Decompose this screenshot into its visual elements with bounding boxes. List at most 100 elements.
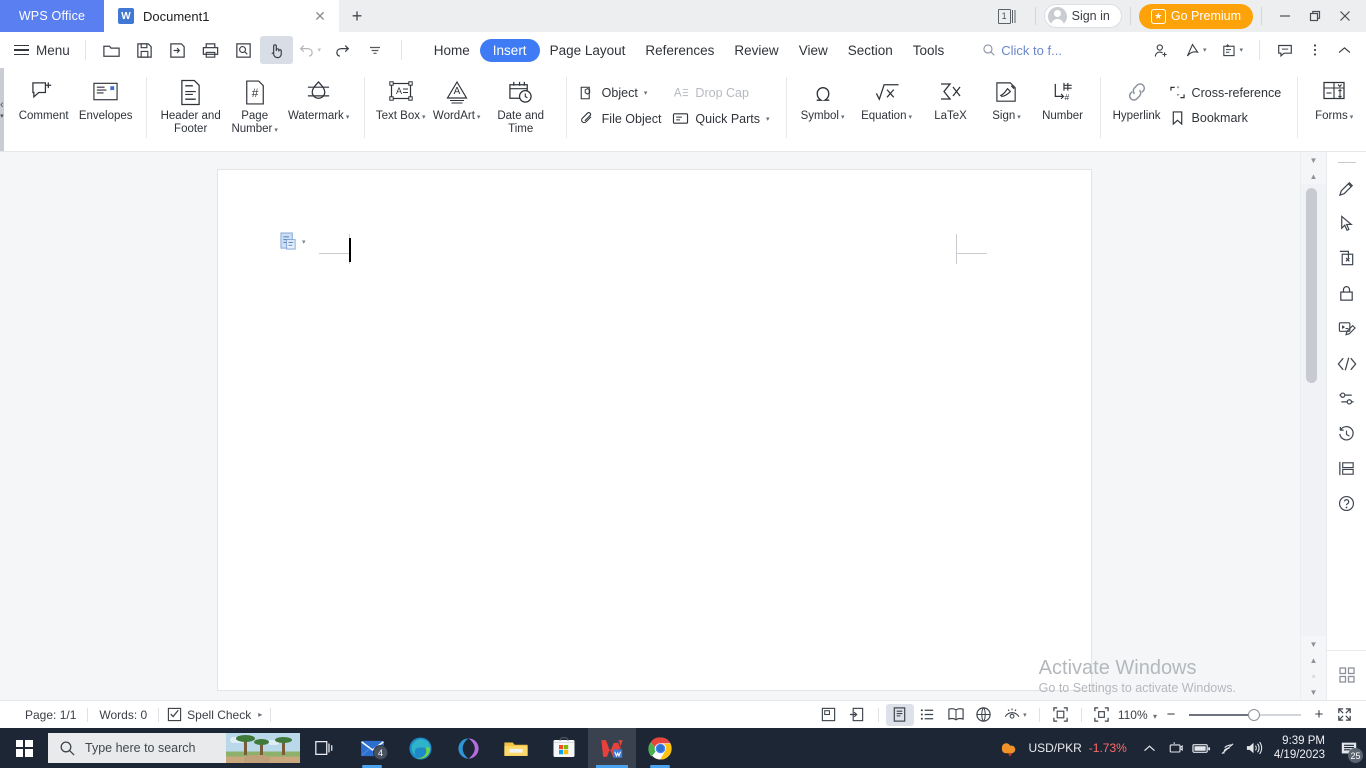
tab-tools[interactable]: Tools [903,39,955,62]
code-snippet-icon[interactable] [1331,346,1363,381]
paste-options-button[interactable]: ▾ [280,232,306,251]
taskbar-app-chrome[interactable] [636,728,684,768]
chevron-down-icon[interactable]: ▾ [908,114,912,121]
taskbar-app-mail[interactable]: 4 [348,728,396,768]
text-box-button[interactable]: A Text Box ▾ [373,73,429,128]
chevron-down-icon[interactable]: ▾ [1023,711,1027,719]
volume-icon[interactable] [1241,728,1267,768]
taskbar-app-edge[interactable] [396,728,444,768]
scrollbar-track[interactable] [1301,184,1326,636]
previous-page-button[interactable]: ▲ [1301,652,1327,668]
history-icon[interactable] [1331,416,1363,451]
comment-icon[interactable] [1269,36,1301,64]
print-preview-icon[interactable] [227,36,260,64]
outline-panel-icon[interactable] [1331,451,1363,486]
drop-cap-button[interactable]: A Drop Cap [668,81,776,105]
menu-button[interactable]: Menu [12,40,76,61]
taskbar-app-office[interactable] [444,728,492,768]
fit-page-icon[interactable] [1088,704,1116,726]
task-view-icon[interactable] [300,728,348,768]
redo-icon[interactable] [326,36,359,64]
envelopes-button[interactable]: Envelopes [75,73,137,126]
selection-cursor-icon[interactable] [1331,206,1363,241]
save-as-icon[interactable] [161,36,194,64]
chevron-down-icon[interactable]: ▾ [346,114,350,121]
latex-button[interactable]: LaTeX [923,73,979,126]
cross-reference-button[interactable]: " " Cross-reference [1165,81,1289,104]
customize-qat-icon[interactable] [359,36,392,64]
tab-references[interactable]: References [635,39,724,62]
app-grid-icon[interactable] [1331,657,1363,692]
go-premium-button[interactable]: ★ Go Premium [1138,3,1253,29]
chevron-down-icon[interactable]: ▾ [274,127,278,134]
taskbar-app-file-explorer[interactable] [492,728,540,768]
web-layout-icon[interactable] [970,704,998,726]
select-browse-object-button[interactable]: ▫ [1301,668,1327,684]
chevron-down-icon[interactable]: ▾ [1017,114,1021,121]
zoom-slider[interactable] [1189,708,1301,722]
document-canvas[interactable]: ▾ Activate Windows Go to Settings to act… [0,152,1300,700]
spell-check-button[interactable]: Spell Check ▸ [159,707,270,722]
print-icon[interactable] [194,36,227,64]
symbol-button[interactable]: Symbol ▾ [795,73,851,128]
tab-list-button[interactable]: 1 [997,8,1017,24]
restore-icon[interactable] [1300,0,1330,32]
tab-section[interactable]: Section [838,39,903,62]
edit-on-pc-icon[interactable] [1331,311,1363,346]
tab-page-layout[interactable]: Page Layout [540,39,636,62]
object-button[interactable]: Object ▾ [575,81,669,105]
select-tool-icon[interactable] [259,36,293,64]
zoom-out-button[interactable]: − [1160,706,1182,723]
document-page[interactable]: ▾ [218,170,1091,690]
chevron-right-icon[interactable]: ▸ [258,710,262,719]
full-screen-icon[interactable] [1047,704,1075,726]
chevron-down-icon[interactable]: ▾ [1350,114,1354,121]
export-pdf-icon[interactable]: ▾ [1213,36,1250,64]
chevron-down-icon[interactable]: ▾ [1239,46,1243,54]
save-icon[interactable] [128,36,161,64]
zoom-level-button[interactable]: 110% ▾ [1118,708,1157,722]
chevron-up-icon[interactable] [1137,728,1163,768]
chevron-down-icon[interactable]: ▾ [318,46,322,54]
help-icon[interactable] [1331,486,1363,521]
slider-knob[interactable] [1247,708,1260,721]
bookmark-button[interactable]: Bookmark [1165,106,1289,130]
chevron-down-icon[interactable]: ▾ [1153,712,1157,721]
collapse-ribbon-icon[interactable] [1329,36,1360,64]
taskbar-app-microsoft-store[interactable] [540,728,588,768]
undo-icon[interactable]: ▾ [293,36,326,64]
wordart-button[interactable]: A WordArt ▾ [429,73,485,128]
zoom-in-button[interactable]: + [1308,706,1330,723]
stock-ticker[interactable]: USD/PKR -1.73% [990,739,1136,758]
tab-insert[interactable]: Insert [479,38,540,62]
document-tab[interactable]: W Document1 ✕ [104,0,339,32]
eye-protection-icon[interactable]: ▾ [998,704,1032,726]
sign-in-button[interactable]: Sign in [1043,4,1122,28]
new-tab-icon[interactable]: + [339,0,375,32]
vertical-scrollbar[interactable]: ▼ ▲ ▼ ▲ ▫ ▼ [1300,152,1326,700]
delete-page-icon[interactable] [1331,241,1363,276]
next-page-button[interactable]: ▼ [1301,684,1327,700]
chevron-down-icon[interactable]: ▾ [477,114,481,121]
close-icon[interactable]: ✕ [311,7,329,25]
search-input[interactable]: Click to f... [982,43,1062,58]
insert-cursor-icon[interactable] [843,704,871,726]
scroll-up-arrow[interactable]: ▲ [1301,168,1327,184]
tab-home[interactable]: Home [424,39,480,62]
document-encryption-icon[interactable] [1331,276,1363,311]
reading-layout-icon[interactable] [942,704,970,726]
notification-center-button[interactable]: 25 [1334,728,1364,768]
open-icon[interactable] [95,36,128,64]
equation-button[interactable]: Equation ▾ [851,73,923,128]
chevron-down-icon[interactable]: ▾ [1203,46,1207,54]
comment-button[interactable]: Comment [13,73,75,126]
page-layout-view-icon[interactable] [885,703,914,726]
chevron-down-icon[interactable]: ▾ [644,89,648,97]
sign-button[interactable]: Sign ▾ [979,73,1035,128]
taskbar-search-input[interactable]: Type here to search [48,733,300,763]
minimize-icon[interactable] [1270,0,1300,32]
scroll-split-handle[interactable]: ▼ [1301,152,1327,168]
page-indicator[interactable]: Page: 1/1 [14,708,87,722]
invite-collaborator-icon[interactable] [1146,36,1177,64]
taskbar-app-wps-office[interactable] [588,728,636,768]
